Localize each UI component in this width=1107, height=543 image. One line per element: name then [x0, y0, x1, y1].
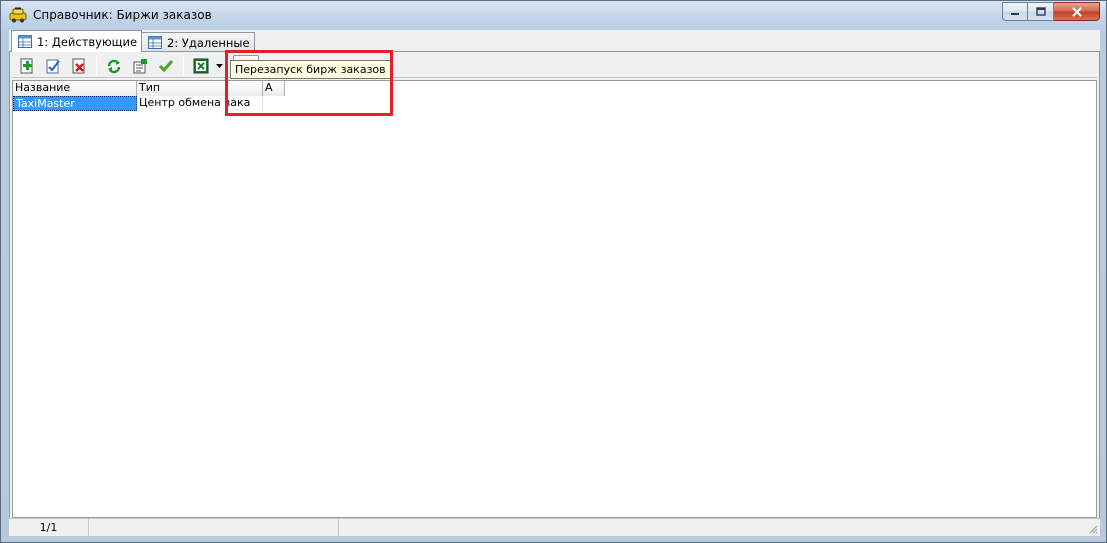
status-panel — [339, 519, 1100, 537]
maximize-button[interactable] — [1028, 2, 1054, 21]
refresh-icon — [107, 59, 121, 73]
properties-icon — [133, 58, 147, 73]
edit-button[interactable] — [40, 55, 66, 77]
status-panel — [89, 519, 339, 537]
table-icon — [18, 35, 32, 48]
resize-grip-icon[interactable] — [1088, 524, 1098, 534]
window-title: Справочник: Биржи заказов — [33, 8, 212, 22]
edit-icon — [46, 59, 60, 73]
toolbar — [12, 54, 1097, 78]
tab-active[interactable]: 1: Действующие — [11, 30, 143, 52]
delete-icon — [72, 58, 85, 73]
title-bar[interactable]: Справочник: Биржи заказов — [1, 1, 1106, 30]
tab-panel: Название Тип А TaxiMaster Центр обмена з… — [9, 51, 1100, 519]
highlight-box — [225, 50, 393, 116]
close-button[interactable] — [1054, 2, 1100, 21]
properties-button[interactable] — [127, 55, 153, 77]
excel-export-button[interactable] — [188, 55, 214, 77]
tab-deleted[interactable]: 2: Удаленные — [141, 32, 255, 52]
maximize-icon — [1035, 7, 1046, 16]
apply-button[interactable] — [153, 55, 179, 77]
window-controls — [1002, 2, 1100, 21]
add-icon — [20, 58, 33, 73]
toolbar-separator — [183, 56, 184, 75]
excel-export-dropdown[interactable] — [214, 55, 224, 77]
excel-export-icon — [193, 58, 209, 73]
client-area: 1: Действующие 2: Удаленные Название Тип… — [9, 30, 1100, 537]
exchanges-table: Название Тип А TaxiMaster Центр обмена з… — [12, 80, 1097, 518]
tab-deleted-label: 2: Удаленные — [167, 35, 250, 50]
tab-strip: 1: Действующие 2: Удаленные — [11, 30, 255, 52]
chevron-down-icon — [215, 63, 223, 68]
taxi-app-icon — [9, 7, 27, 23]
check-icon — [158, 59, 174, 72]
main-window: Справочник: Биржи заказов 1: Действующие — [0, 0, 1107, 543]
toolbar-separator — [96, 56, 97, 75]
table-icon — [148, 36, 163, 49]
close-icon — [1071, 6, 1082, 17]
cell-name[interactable]: TaxiMaster — [13, 96, 137, 111]
status-bar: 1/1 — [9, 518, 1100, 537]
column-header-name[interactable]: Название — [13, 81, 137, 96]
delete-button[interactable] — [66, 55, 92, 77]
minimize-icon — [1011, 12, 1019, 15]
add-button[interactable] — [14, 55, 40, 77]
tab-active-label: 1: Действующие — [37, 34, 138, 49]
refresh-button[interactable] — [101, 55, 127, 77]
minimize-button[interactable] — [1002, 2, 1028, 21]
record-counter: 1/1 — [9, 519, 89, 537]
